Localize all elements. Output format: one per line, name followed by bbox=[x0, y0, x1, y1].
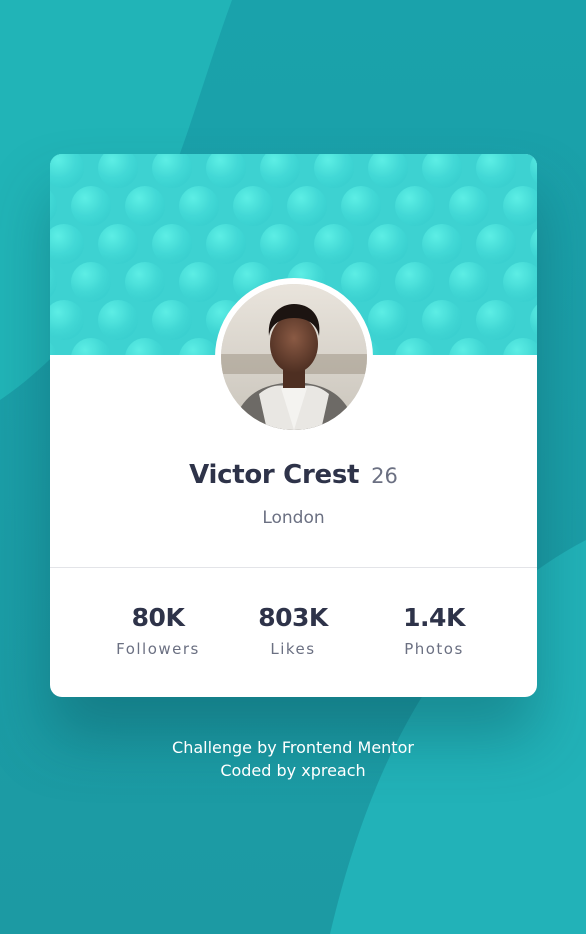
profile-location: London bbox=[262, 508, 325, 528]
stat-label: Likes bbox=[270, 640, 316, 658]
stat-likes: 803K Likes bbox=[213, 603, 373, 658]
stat-value: 1.4K bbox=[403, 603, 465, 632]
card-divider bbox=[50, 567, 537, 568]
stat-photos: 1.4K Photos bbox=[354, 603, 514, 658]
profile-name: Victor Crest bbox=[189, 460, 360, 490]
profile-name-line: Victor Crest 26 bbox=[50, 460, 537, 490]
profile-card: Victor Crest 26 London 80K Followers 803K… bbox=[50, 154, 537, 697]
attribution-coded-line: Coded by xpreach bbox=[220, 761, 366, 780]
profile-age: 26 bbox=[371, 464, 398, 488]
stat-value: 803K bbox=[258, 603, 328, 632]
stat-label: Photos bbox=[404, 640, 464, 658]
attribution-challenge-line: Challenge by Frontend Mentor bbox=[172, 738, 414, 757]
attribution: Challenge by Frontend Mentor Coded by xp… bbox=[0, 736, 586, 782]
avatar bbox=[215, 278, 373, 436]
profile-photo-icon bbox=[221, 284, 367, 430]
